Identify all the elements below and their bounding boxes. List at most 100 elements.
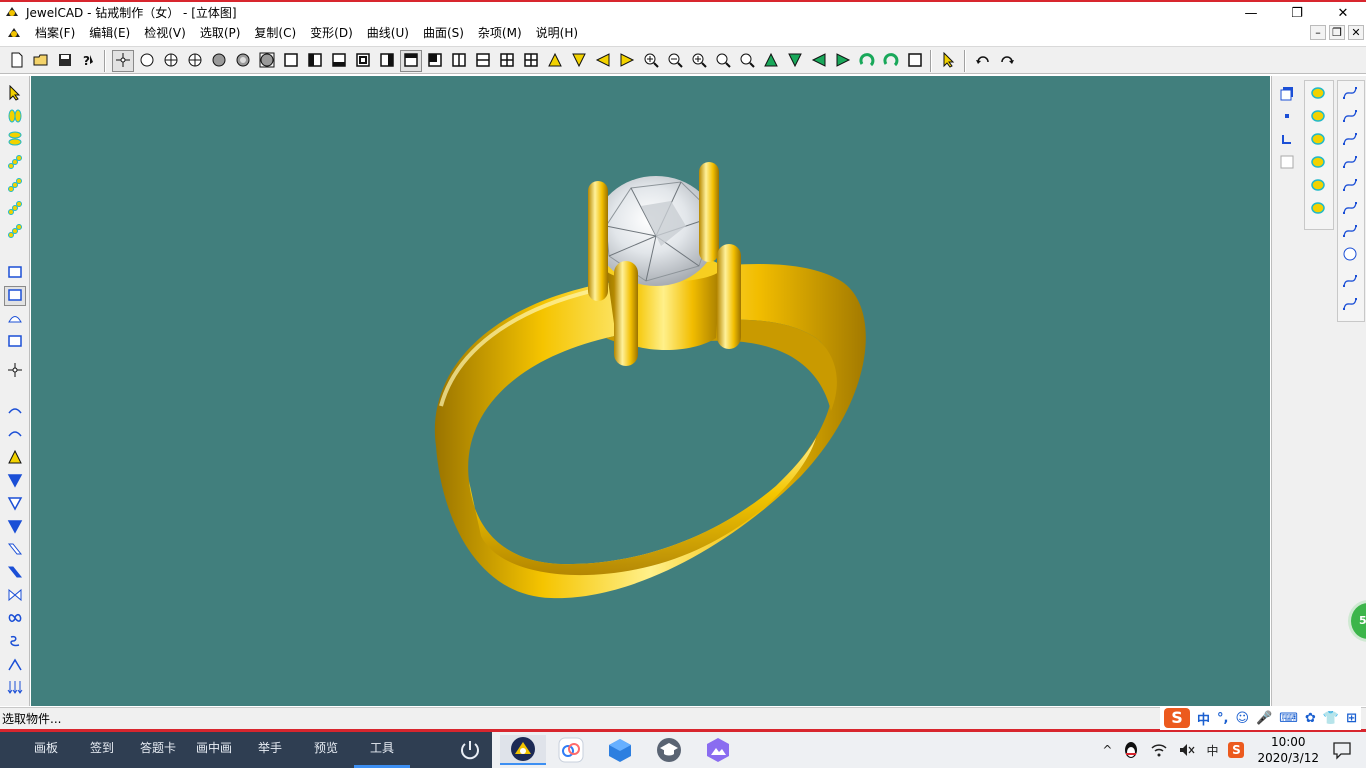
brush-tool[interactable] xyxy=(1307,84,1329,105)
twist-tool[interactable] xyxy=(4,632,26,652)
menu-surface[interactable]: 曲面(S) xyxy=(416,22,471,44)
frame-view-button[interactable] xyxy=(352,50,374,72)
four-views-alt-button[interactable] xyxy=(520,50,542,72)
triangle-fill-tool[interactable] xyxy=(4,517,26,537)
window-select-tool[interactable] xyxy=(4,263,26,283)
gem-bottle-tool[interactable] xyxy=(1307,107,1329,128)
menu-view[interactable]: 检视(V) xyxy=(137,22,193,44)
left-view-button[interactable] xyxy=(304,50,326,72)
mdi-restore-button[interactable]: ❐ xyxy=(1329,25,1345,40)
help-pointer-button[interactable]: ? xyxy=(78,50,100,72)
volume-muted-icon[interactable] xyxy=(1178,741,1196,759)
curve-hook-tool[interactable] xyxy=(1339,130,1361,151)
single-view-button[interactable] xyxy=(280,50,302,72)
tab-tools[interactable]: 工具 xyxy=(354,732,410,768)
zoom-all-button[interactable] xyxy=(736,50,758,72)
menu-file[interactable]: 档案(F) xyxy=(28,22,82,44)
mdi-minimize-button[interactable]: – xyxy=(1310,25,1326,40)
ime-punct[interactable]: °, xyxy=(1217,711,1228,726)
four-views-button[interactable] xyxy=(496,50,518,72)
menu-curve[interactable]: 曲线(U) xyxy=(360,22,416,44)
ring-sphere-button[interactable] xyxy=(232,50,254,72)
select-diagonal-tool[interactable] xyxy=(4,199,26,219)
curve-s-tool[interactable] xyxy=(1339,84,1361,105)
graduation-taskbar-app[interactable] xyxy=(646,735,692,765)
circle-tool[interactable] xyxy=(1339,245,1361,266)
slab-tool[interactable] xyxy=(1307,199,1329,220)
two-horizontal-views-button[interactable] xyxy=(472,50,494,72)
select-all-tool[interactable] xyxy=(4,84,26,104)
tray-lang[interactable]: 中 xyxy=(1206,742,1218,759)
ime-shirt-icon[interactable]: 👕 xyxy=(1323,711,1339,726)
menu-copy[interactable]: 复制(C) xyxy=(247,22,303,44)
tab-preview[interactable]: 预览 xyxy=(298,732,354,768)
menu-misc[interactable]: 杂项(M) xyxy=(471,22,529,44)
tab-raise-hand[interactable]: 举手 xyxy=(242,732,298,768)
move-up-button[interactable] xyxy=(760,50,782,72)
curve-hat-tool[interactable] xyxy=(1339,107,1361,128)
tab-picture-in-picture[interactable]: 画中画 xyxy=(186,732,242,768)
notification-icon[interactable] xyxy=(1332,740,1352,760)
ime-emoji-icon[interactable]: ☺ xyxy=(1235,711,1249,726)
crosshair-circle-button[interactable] xyxy=(160,50,182,72)
save-button[interactable] xyxy=(54,50,76,72)
select-grid-tool[interactable] xyxy=(4,176,26,196)
target-button[interactable] xyxy=(184,50,206,72)
select-points-tool[interactable] xyxy=(4,153,26,173)
menu-edit[interactable]: 编辑(E) xyxy=(82,22,137,44)
top-view-button[interactable] xyxy=(400,50,422,72)
slant-tool[interactable] xyxy=(4,540,26,560)
rotate-right-button[interactable] xyxy=(616,50,638,72)
menu-help[interactable]: 说明(H) xyxy=(529,22,585,44)
cube-taskbar-app[interactable] xyxy=(597,735,643,765)
add-point-tool[interactable] xyxy=(4,361,26,381)
maximize-button[interactable]: ❐ xyxy=(1274,2,1320,24)
cloud-taskbar-app[interactable] xyxy=(548,735,594,765)
select-mirror-tool[interactable] xyxy=(4,107,26,127)
zoom-in-button[interactable] xyxy=(640,50,662,72)
tab-checkin[interactable]: 签到 xyxy=(74,732,130,768)
tab-answer-card[interactable]: 答题卡 xyxy=(130,732,186,768)
spin-right-button[interactable] xyxy=(880,50,902,72)
sogou-logo-icon[interactable]: S xyxy=(1164,708,1190,728)
3d-viewport[interactable] xyxy=(31,76,1270,706)
zoom-out-button[interactable] xyxy=(664,50,686,72)
open-folder-button[interactable] xyxy=(30,50,52,72)
move-right-button[interactable] xyxy=(832,50,854,72)
triangle-outline-tool[interactable] xyxy=(4,494,26,514)
menu-deform[interactable]: 变形(D) xyxy=(303,22,360,44)
dot-tool[interactable] xyxy=(1276,107,1298,128)
curve-sweep-tool[interactable] xyxy=(4,402,26,422)
ime-skin-icon[interactable]: ✿ xyxy=(1305,711,1316,726)
curve-line-tool[interactable] xyxy=(1339,199,1361,220)
ime-keyboard-icon[interactable]: ⌨ xyxy=(1279,711,1298,726)
clock[interactable]: 10:00 2020/3/12 xyxy=(1257,734,1319,766)
half-moon-tool[interactable] xyxy=(1307,176,1329,197)
rotate-left-button[interactable] xyxy=(592,50,614,72)
close-button[interactable]: ✕ xyxy=(1320,2,1366,24)
layer-copy-tool[interactable] xyxy=(1276,84,1298,105)
render-view-button[interactable] xyxy=(904,50,926,72)
two-vertical-views-button[interactable] xyxy=(448,50,470,72)
rectangle-select-tool[interactable] xyxy=(4,286,26,306)
point-select-button[interactable] xyxy=(112,50,134,72)
move-left-button[interactable] xyxy=(808,50,830,72)
arrows-down-tool[interactable] xyxy=(4,678,26,698)
minimize-button[interactable]: — xyxy=(1228,2,1274,24)
move-down-button[interactable] xyxy=(784,50,806,72)
curve-box-tool[interactable] xyxy=(1339,176,1361,197)
triangle-tool[interactable] xyxy=(4,448,26,468)
jewelcad-taskbar-app[interactable] xyxy=(500,735,546,765)
mdi-close-button[interactable]: ✕ xyxy=(1348,25,1364,40)
select-column-tool[interactable] xyxy=(4,130,26,150)
select-arrow-button[interactable] xyxy=(938,50,960,72)
tray-chevron-icon[interactable]: ^ xyxy=(1102,743,1112,757)
ime-grid-icon[interactable]: ⊞ xyxy=(1346,711,1357,726)
qq-icon[interactable] xyxy=(1122,741,1140,759)
sphere-button[interactable] xyxy=(208,50,230,72)
circle-select-button[interactable] xyxy=(136,50,158,72)
infinity-tool[interactable] xyxy=(4,609,26,629)
curve-diamond-tool[interactable] xyxy=(1339,222,1361,243)
sogou-tray-icon[interactable]: S xyxy=(1228,742,1245,758)
boxed-sphere-button[interactable] xyxy=(256,50,278,72)
